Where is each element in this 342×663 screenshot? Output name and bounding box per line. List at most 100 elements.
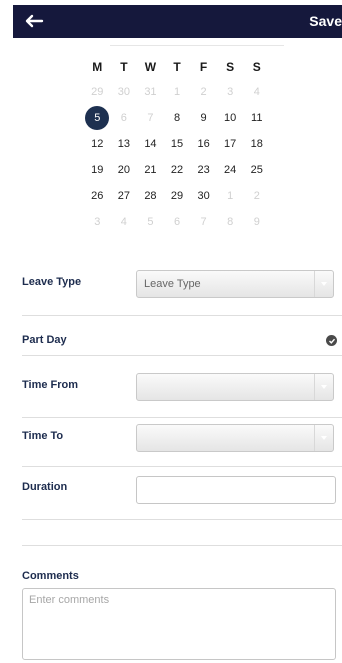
calendar-week-row: 26 27 28 29 30 1 2 [84,185,270,207]
calendar-day[interactable]: 6 [111,112,138,124]
calendar-day[interactable]: 8 [164,112,191,124]
calendar-day[interactable]: 9 [190,112,217,124]
calendar-day-number: 2 [200,86,207,98]
comments-label: Comments [22,570,79,582]
calendar-day-number: 2 [253,190,260,202]
calendar-day-number: 1 [173,86,181,98]
calendar-day[interactable]: 1 [164,86,191,98]
time-to-label: Time To [22,430,64,442]
calendar-day-number: 13 [117,138,130,150]
calendar-day-number: 9 [253,216,260,228]
check-icon[interactable] [326,335,337,346]
calendar-day-number: 19 [91,164,104,176]
calendar-day[interactable]: 29 [84,86,111,98]
calendar-day-number: 4 [253,86,260,98]
calendar-day[interactable]: 31 [137,86,164,98]
calendar-day-number: 18 [250,138,263,150]
calendar-day[interactable]: 19 [84,164,111,176]
calendar-day-number: 5 [85,106,110,130]
calendar-week-row: 19 20 21 22 23 24 25 [84,159,270,181]
calendar-day[interactable]: 26 [84,190,111,202]
calendar-day-number: 21 [144,164,157,176]
chevron-down-icon [314,425,333,451]
calendar-day[interactable]: 20 [111,164,138,176]
calendar-day-selected[interactable]: 5 [84,106,111,130]
calendar-day[interactable]: 30 [111,86,138,98]
calendar-day[interactable]: 2 [243,190,270,202]
calendar-day[interactable]: 7 [190,216,217,228]
calendar-day[interactable]: 12 [84,138,111,150]
calendar-day-number: 30 [117,86,130,98]
duration-label: Duration [22,481,68,493]
calendar-day[interactable]: 3 [217,86,244,98]
calendar-day[interactable]: 28 [137,190,164,202]
calendar-day[interactable]: 3 [84,216,111,228]
calendar-day-number: 9 [200,112,207,124]
calendar-day-number: 26 [91,190,104,202]
calendar-day-number: 7 [200,216,207,228]
divider [22,545,342,546]
calendar-day-number: 11 [251,112,263,124]
calendar-day[interactable]: 9 [243,216,270,228]
calendar-day[interactable]: 25 [243,164,270,176]
top-bar: Save [13,5,342,38]
divider [22,417,342,418]
divider [22,355,342,356]
calendar-day-number: 16 [197,138,210,150]
calendar-day[interactable]: 4 [111,216,138,228]
calendar-day[interactable]: 21 [137,164,164,176]
calendar-day[interactable]: 2 [190,86,217,98]
duration-input[interactable] [136,476,336,504]
calendar-week-row: 12 13 14 15 16 17 18 [84,133,270,155]
calendar-day[interactable]: 10 [217,112,244,124]
calendar-day[interactable]: 29 [164,190,191,202]
calendar-day[interactable]: 22 [164,164,191,176]
calendar-day[interactable]: 5 [137,216,164,228]
calendar-day[interactable]: 1 [217,190,244,202]
calendar-day-number: 12 [91,138,104,150]
leave-type-label: Leave Type [22,276,82,288]
back-arrow-icon[interactable] [23,10,45,32]
weekday-label: S [252,60,261,74]
calendar-week-row: 5 6 7 8 9 10 11 [84,106,270,130]
calendar-day-number: 7 [147,112,154,124]
calendar-day-number: 4 [120,216,127,228]
weekday-label: F [199,60,208,74]
calendar-day-number: 5 [147,216,154,228]
calendar-day[interactable]: 17 [217,138,244,150]
calendar-week-row: 3 4 5 6 7 8 9 [84,211,270,233]
calendar-day[interactable]: 11 [243,112,270,124]
calendar-day[interactable]: 23 [190,164,217,176]
calendar-day[interactable]: 14 [137,138,164,150]
time-to-select[interactable] [136,424,334,452]
time-from-select[interactable] [136,373,334,401]
calendar-day-number: 29 [170,190,184,202]
calendar-top-divider [110,45,284,46]
calendar-day[interactable]: 8 [217,216,244,228]
leave-type-select[interactable]: Leave Type [136,270,334,298]
calendar-day[interactable]: 27 [111,190,138,202]
comments-textarea[interactable] [22,588,336,660]
calendar-day[interactable]: 13 [111,138,138,150]
calendar-day[interactable]: 7 [137,112,164,124]
divider [22,315,342,316]
calendar-day[interactable]: 16 [190,138,217,150]
save-button[interactable]: Save [309,13,342,29]
calendar-day[interactable]: 4 [243,86,270,98]
weekday-label: T [173,60,181,74]
calendar-day-number: 8 [227,216,234,228]
calendar-day[interactable]: 18 [243,138,270,150]
calendar-day[interactable]: 24 [217,164,244,176]
calendar-day[interactable]: 30 [190,190,217,202]
calendar-day-number: 31 [144,86,157,98]
divider [22,519,342,520]
calendar-day[interactable]: 15 [164,138,191,150]
calendar-day[interactable]: 6 [164,216,191,228]
chevron-down-icon [314,271,333,297]
calendar-day-number: 10 [224,112,237,124]
weekday-header-row: MTWTFSS [84,56,270,78]
calendar-day-number: 22 [170,164,184,176]
calendar-day-number: 14 [144,138,157,150]
calendar-day-number: 15 [170,138,184,150]
calendar-day-number: 6 [173,216,181,228]
